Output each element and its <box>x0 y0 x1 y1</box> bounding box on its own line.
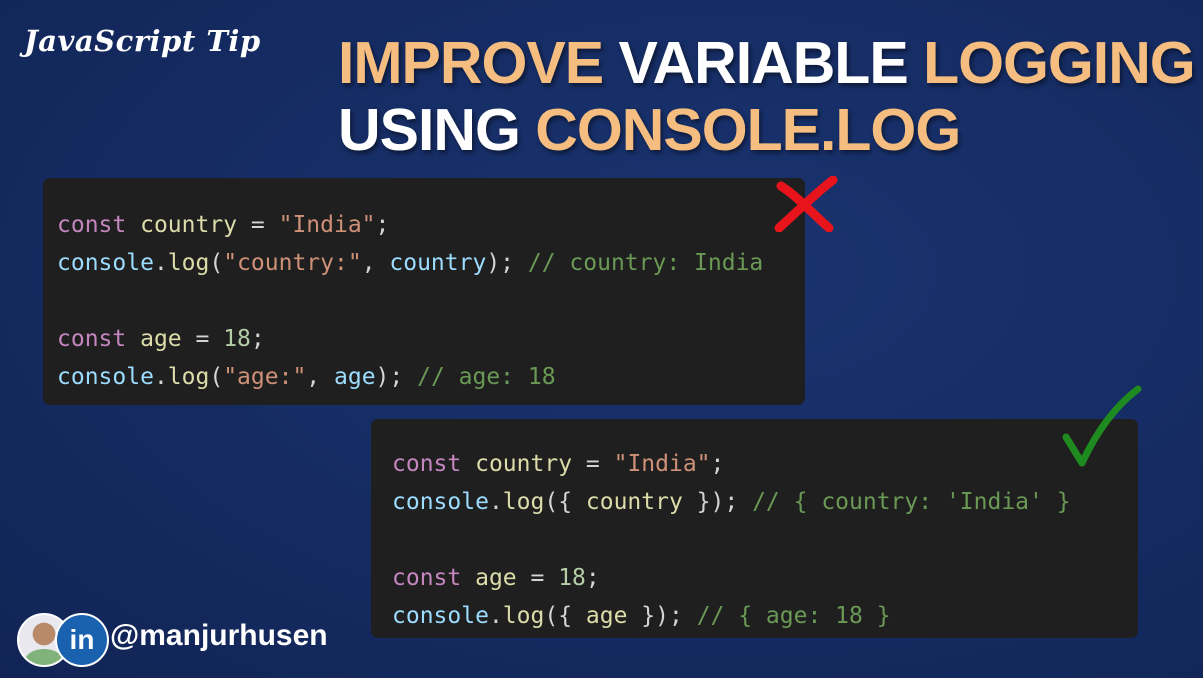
code-token: // { age: 18 } <box>696 603 891 629</box>
code-line: console.log({ age }); // { age: 18 } <box>392 597 891 635</box>
page-title: IMPROVE VARIABLE LOGGING USING CONSOLE.L… <box>338 30 1198 164</box>
code-token: country <box>389 250 487 276</box>
red-cross-icon <box>774 176 838 232</box>
code-token: "India" <box>613 451 711 477</box>
code-token: . <box>153 250 168 276</box>
code-token: country <box>475 451 573 477</box>
linkedin-icon: in <box>55 613 109 667</box>
code-token: age <box>475 565 517 591</box>
code-token: = <box>572 451 614 477</box>
code-token: ; <box>585 565 600 591</box>
code-token: log <box>167 250 210 276</box>
code-token: . <box>488 603 503 629</box>
code-token: 18 <box>558 565 586 591</box>
code-token: ; <box>375 212 390 238</box>
code-token: "country:" <box>223 250 362 276</box>
code-token: age <box>140 326 182 352</box>
code-token: const <box>57 326 127 352</box>
code-token: = <box>516 565 559 591</box>
code-token: age <box>585 603 628 629</box>
code-token: age <box>334 364 376 390</box>
code-line: const age = 18; <box>392 559 600 597</box>
code-line: console.log("age:", age); // age: 18 <box>57 358 556 396</box>
title-word: USING <box>338 97 536 163</box>
code-token: ; <box>250 326 265 352</box>
code-token: . <box>488 489 503 515</box>
code-token: }); <box>627 603 697 629</box>
code-token: ( <box>209 250 224 276</box>
code-token: console <box>57 364 154 390</box>
code-token: // { country: 'India' } <box>752 489 1071 515</box>
code-line: const country = "India"; <box>392 445 724 483</box>
tip-tag: JavaScript Tip <box>24 24 261 58</box>
title-word: CONSOLE.LOG <box>535 97 961 163</box>
code-token: console <box>57 250 154 276</box>
code-token: ({ <box>544 489 586 515</box>
code-line: console.log("country:", country); // cou… <box>57 244 763 282</box>
code-token: , <box>306 364 334 390</box>
code-token: ); <box>486 250 528 276</box>
code-token: 18 <box>223 326 251 352</box>
code-token: log <box>502 489 545 515</box>
code-token: = <box>237 212 279 238</box>
title-line-1: IMPROVE VARIABLE LOGGING <box>338 30 1198 97</box>
code-token: = <box>181 326 224 352</box>
code-token: log <box>502 603 545 629</box>
code-token: country <box>140 212 238 238</box>
code-token: const <box>392 565 462 591</box>
code-token: , <box>361 250 390 276</box>
code-line: console.log({ country }); // { country: … <box>392 483 1071 521</box>
code-token: ({ <box>544 603 586 629</box>
title-word: IMPROVE <box>338 30 619 96</box>
code-token: "age:" <box>223 364 307 390</box>
code-token: // country: India <box>527 250 764 276</box>
code-token: console <box>392 603 489 629</box>
green-check-icon <box>1062 385 1142 467</box>
code-token: log <box>167 364 210 390</box>
code-token: ( <box>209 364 224 390</box>
code-token: country <box>585 489 683 515</box>
code-token: "India" <box>278 212 376 238</box>
title-line-2: USING CONSOLE.LOG <box>338 97 1198 164</box>
code-token: const <box>392 451 462 477</box>
code-token: }); <box>682 489 753 515</box>
title-word: LOGGING <box>923 30 1196 96</box>
author-handle: @manjurhusen <box>110 619 328 652</box>
code-token: // age: 18 <box>417 364 556 390</box>
code-line: const age = 18; <box>57 320 265 358</box>
bad-code-block: const country = "India"; console.log("cou… <box>43 178 805 405</box>
code-line: const country = "India"; <box>57 206 389 244</box>
title-word: VARIABLE <box>618 30 924 96</box>
code-token: const <box>57 212 127 238</box>
code-token: ); <box>375 364 418 390</box>
good-code-block: const country = "India"; console.log({ co… <box>371 419 1138 638</box>
code-token: ; <box>710 451 725 477</box>
code-token: console <box>392 489 489 515</box>
code-token: . <box>153 364 168 390</box>
